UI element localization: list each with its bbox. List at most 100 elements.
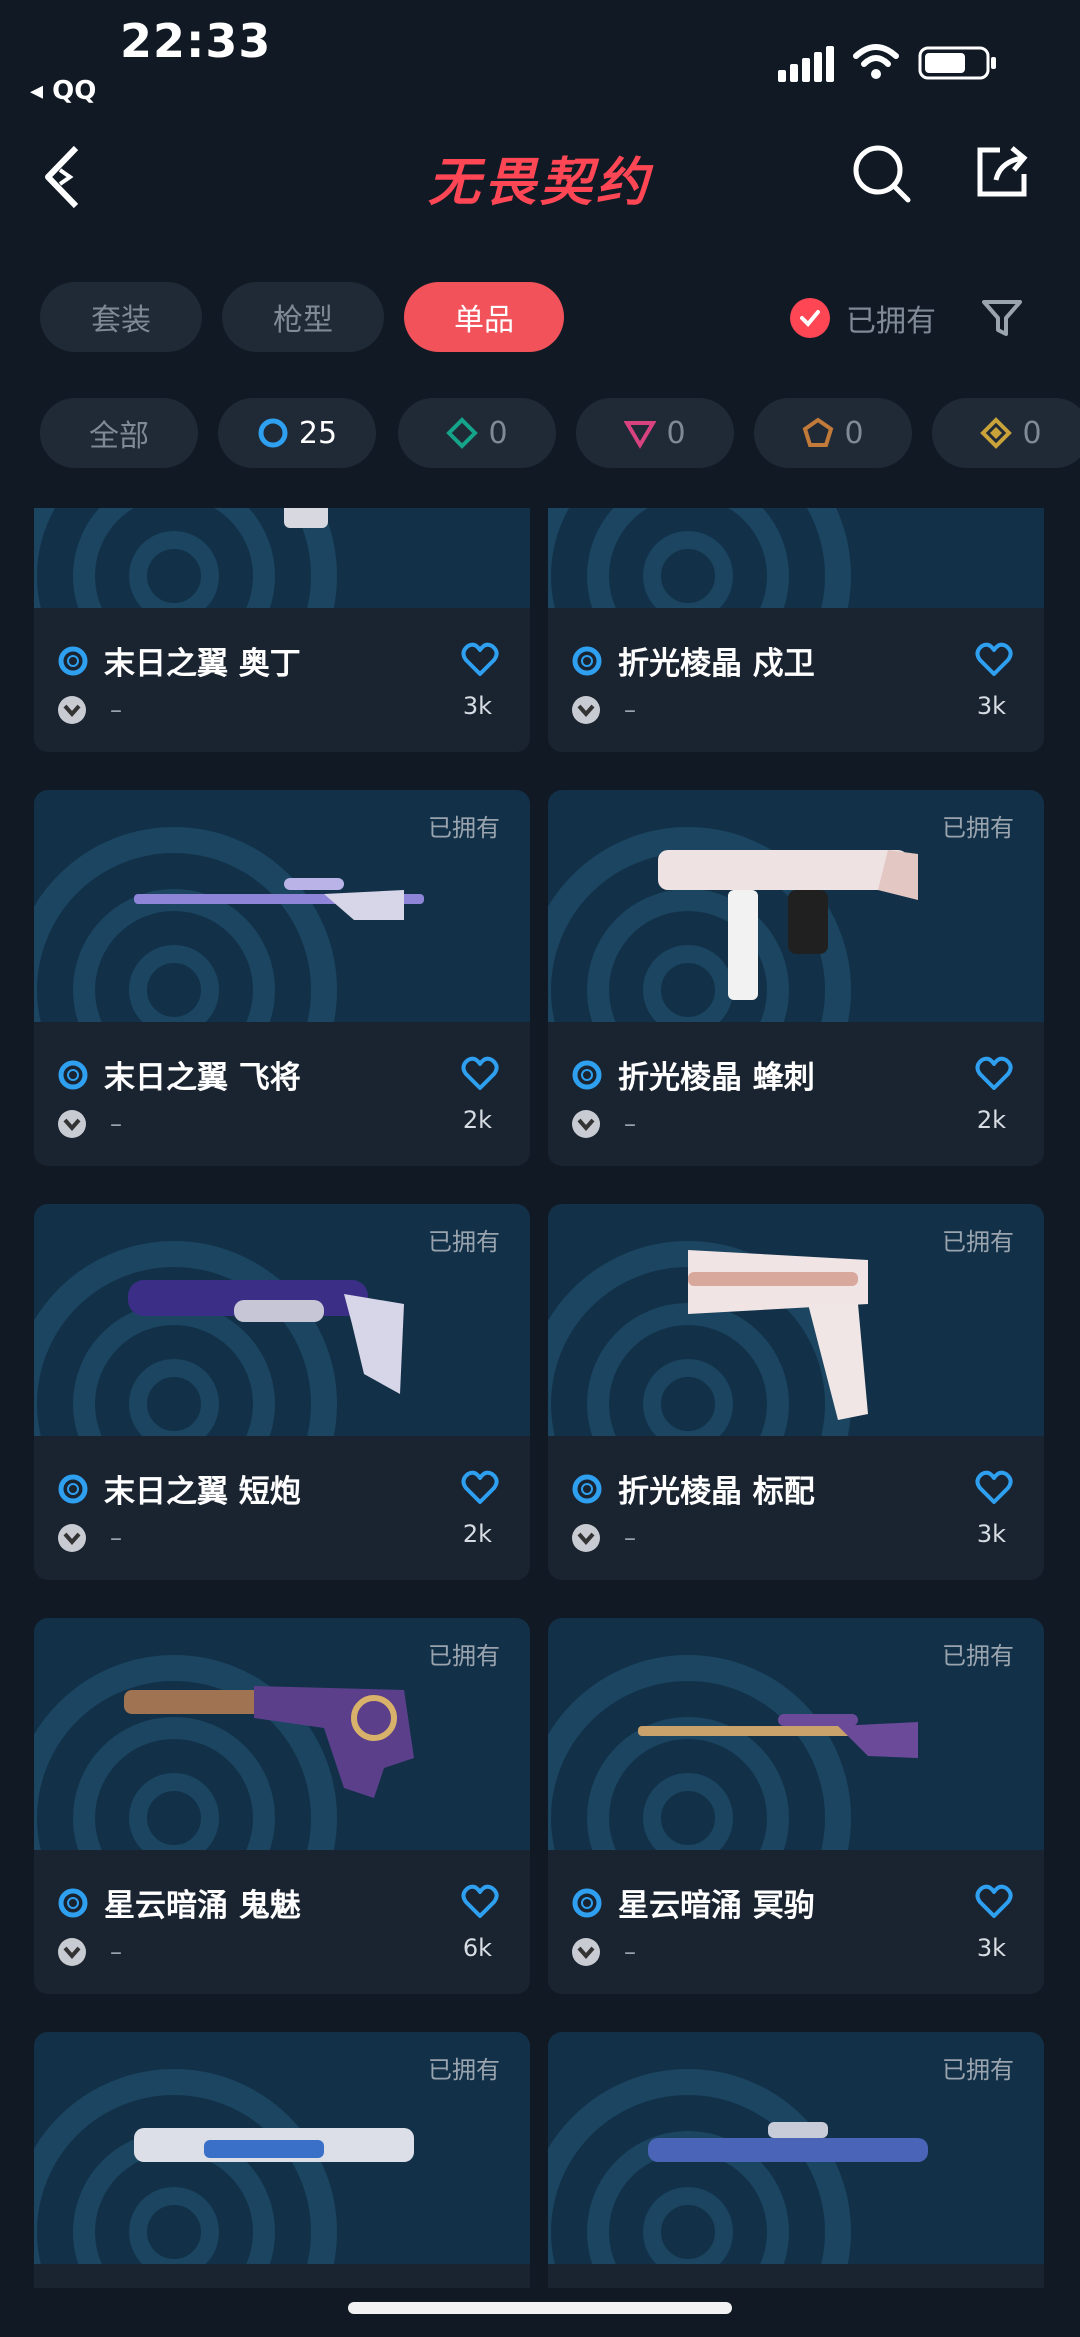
item-grid: 已拥有末日之翼 奥丁–3k已拥有折光棱晶 戍卫–3k已拥有末日之翼 飞将–2k已… [0, 508, 1080, 2288]
weapon-skin-card[interactable]: 已拥有星云暗涌 鬼魅 – 6k [34, 1618, 530, 1994]
weapon-name: 星云暗涌 鬼魅 [104, 1888, 301, 1924]
weapon-artwork: 已拥有 [34, 2032, 530, 2264]
level-row: – [56, 1108, 122, 1140]
owned-filter-toggle[interactable]: 已拥有 [790, 292, 936, 344]
rarity-chip-pink[interactable]: 0 [576, 398, 734, 468]
heart-icon[interactable] [460, 640, 500, 680]
weapon-name: 折光棱晶 戍卫 [618, 646, 815, 682]
rarity-blue-icon [572, 1888, 602, 1917]
tab-weapon-type[interactable]: 枪型 [222, 282, 384, 352]
like-count: 2k [976, 1106, 1006, 1134]
rarity-blue-icon [258, 418, 288, 448]
card-info: 末日之翼 短炮 – 2k [34, 1436, 530, 1580]
level-row: – [570, 1522, 636, 1554]
weapon-skin-card[interactable]: 已拥有 末日之翼 短炮 – 2k [34, 1204, 530, 1580]
name-row: 折光棱晶 标配 [570, 1466, 815, 1511]
weapon-skin-card[interactable]: 已拥有折光棱晶 蜂刺 – 2k [548, 790, 1044, 1166]
heart-icon[interactable] [974, 640, 1014, 680]
battery-icon [918, 46, 996, 80]
owned-filter-label: 已拥有 [846, 304, 936, 339]
level-value: – [624, 1524, 636, 1552]
card-info: 末日之翼 飞将 – 2k [34, 1022, 530, 1166]
weapon-artwork: 已拥有 [548, 508, 1044, 608]
filter-icon[interactable] [980, 296, 1024, 340]
rarity-gold-icon [980, 417, 1013, 449]
wifi-icon [853, 44, 899, 79]
weapon-name: 星云暗涌 冥驹 [618, 1888, 815, 1924]
heart-icon[interactable] [460, 1054, 500, 1094]
level-row: – [56, 1522, 122, 1554]
status-time: 22:33 [120, 14, 272, 68]
like-count: 3k [976, 1520, 1006, 1548]
rarity-chip-all[interactable]: 全部 [40, 398, 198, 468]
weapon-artwork: 已拥有 [548, 790, 1044, 1022]
status-bar: 22:33 ◂ QQ [0, 0, 1080, 120]
rarity-chip-blue[interactable]: 25 [218, 398, 376, 468]
weapon-artwork: 已拥有 [34, 508, 530, 608]
heart-icon[interactable] [974, 1468, 1014, 1508]
rarity-blue-icon [58, 1474, 88, 1503]
weapon-image [284, 508, 328, 528]
name-row: 末日之翼 飞将 [56, 1052, 301, 1097]
weapon-skin-card[interactable]: 已拥有 星云暗涌 冥驹 – 3k [548, 1618, 1044, 1994]
page-title: 无畏契约 [427, 153, 652, 213]
weapon-image [618, 508, 958, 596]
like-count: 3k [976, 1934, 1006, 1962]
rarity-chip-gold[interactable]: 0 [932, 398, 1080, 468]
level-value: – [110, 1110, 122, 1138]
tab-label: 套装 [91, 303, 151, 338]
level-badge-icon [58, 696, 86, 724]
chip-count: 25 [298, 415, 338, 451]
weapon-skin-card[interactable]: 已拥有 [34, 2032, 530, 2288]
level-value: – [110, 1938, 122, 1966]
share-icon[interactable] [970, 140, 1034, 204]
level-value: – [110, 1524, 122, 1552]
heart-icon[interactable] [974, 1882, 1014, 1922]
weapon-skin-card[interactable]: 已拥有末日之翼 奥丁 – 3k [34, 508, 530, 752]
heart-icon[interactable] [974, 1054, 1014, 1094]
weapon-image [124, 1686, 414, 1798]
like-count: 6k [462, 1934, 492, 1962]
level-badge-icon [572, 1110, 600, 1138]
weapon-image [134, 878, 424, 920]
home-indicator[interactable] [348, 2302, 732, 2314]
weapon-name: 折光棱晶 蜂刺 [618, 1060, 815, 1096]
weapon-image [128, 1280, 404, 1394]
weapon-skin-card[interactable]: 已拥有 末日之翼 飞将 – 2k [34, 790, 530, 1166]
weapon-skin-card[interactable]: 已拥有 [548, 2032, 1044, 2288]
tab-bundle[interactable]: 套装 [40, 282, 202, 352]
rarity-blue-icon [58, 646, 88, 675]
name-row: 星云暗涌 鬼魅 [56, 1880, 301, 1925]
weapon-skin-card[interactable]: 已拥有折光棱晶 标配 – 3k [548, 1204, 1044, 1580]
level-badge-icon [58, 1524, 86, 1552]
rarity-blue-icon [572, 1474, 602, 1503]
name-row: 末日之翼 奥丁 [56, 638, 301, 683]
card-info: 星云暗涌 鬼魅 – 6k [34, 1850, 530, 1994]
chip-count: 0 [1022, 415, 1042, 451]
app-header: 无畏契约 [0, 130, 1080, 220]
rarity-chip-orange[interactable]: 0 [754, 398, 912, 468]
rarity-chip-teal[interactable]: 0 [398, 398, 556, 468]
like-count: 3k [462, 692, 492, 720]
weapon-artwork: 已拥有 [34, 1618, 530, 1850]
tab-single-item[interactable]: 单品 [404, 282, 564, 352]
heart-icon[interactable] [460, 1468, 500, 1508]
back-to-app-link[interactable]: ◂ QQ [30, 76, 96, 106]
rarity-teal-icon [446, 417, 479, 449]
level-value: – [624, 1110, 636, 1138]
rarity-blue-icon [58, 1060, 88, 1089]
card-info: 星云暗涌 冥驹 – 3k [548, 1850, 1044, 1994]
level-row: – [56, 694, 122, 726]
level-row: – [56, 1936, 122, 1968]
weapon-artwork: 已拥有 [34, 1204, 530, 1436]
card-info: 折光棱晶 标配 – 3k [548, 1436, 1044, 1580]
checkmark-icon [790, 298, 830, 338]
rarity-blue-icon [572, 1060, 602, 1089]
weapon-skin-card[interactable]: 已拥有折光棱晶 戍卫 – 3k [548, 508, 1044, 752]
weapon-name: 末日之翼 奥丁 [104, 646, 301, 682]
like-count: 2k [462, 1520, 492, 1548]
weapon-image [134, 2128, 414, 2162]
weapon-artwork: 已拥有 [548, 1204, 1044, 1436]
heart-icon[interactable] [460, 1882, 500, 1922]
search-icon[interactable] [850, 140, 914, 204]
